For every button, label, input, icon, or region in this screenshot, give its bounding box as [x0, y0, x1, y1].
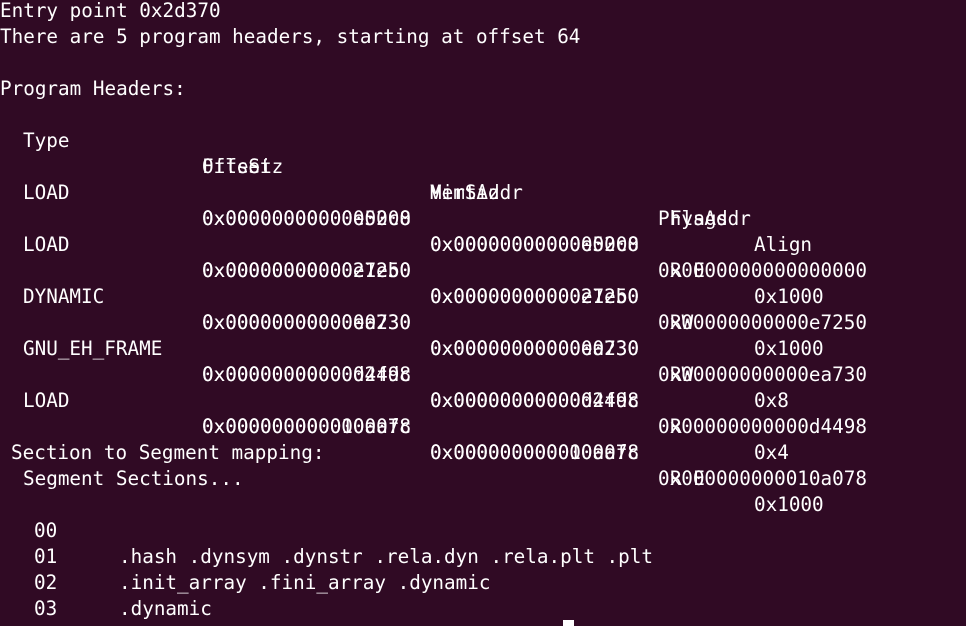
program-headers-column-header-row-2: FileSiz MemSiz Flags Align — [0, 128, 966, 256]
program-header-row: GNU_EH_FRAME 0x00000000000d4498 0x000000… — [0, 310, 966, 438]
section-mapping-title: Section to Segment mapping: — [11, 441, 325, 464]
program-header-row-sizes: 0x0000000000021eb0 0x0000000000021eb0 RW… — [0, 232, 966, 360]
terminal-window[interactable]: Entry point 0x2d370 There are 5 program … — [0, 0, 966, 626]
segment-mapping-row: 03 — [0, 570, 966, 620]
terminal-cursor[interactable] — [563, 620, 574, 626]
program-header-row: LOAD 0x00000000000e7250 0x00000000000e72… — [0, 206, 966, 334]
segment-mapping-row: 04 — [0, 596, 966, 626]
program-headers-title: Program Headers: — [0, 77, 186, 100]
section-mapping-header: Segment Sections... — [23, 467, 244, 490]
shell-prompt-line — [0, 620, 560, 626]
header-align: 0x4 — [754, 441, 789, 464]
program-header-row-sizes: 0x0000000000000230 0x0000000000000230 RW… — [0, 284, 966, 412]
program-header-row-sizes: 0x00000000000e52c8 0x00000000000e52c8 R … — [0, 180, 966, 308]
header-memsiz: 0x0000000000000afc — [430, 441, 639, 464]
segment-mapping-row: 01 .init_array .fini_array .dynamic — [0, 518, 966, 594]
header-flags: R — [670, 415, 682, 438]
program-header-row-sizes: 0x0000000000002fdc 0x0000000000002fdc R … — [0, 336, 966, 464]
program-header-row-sizes: 0x0000000000000afc 0x0000000000000afc R … — [0, 388, 966, 516]
program-headers-column-header-row-1: Type Offset VirtAddr PhysAddr — [0, 102, 966, 230]
header-flags: R E — [670, 467, 705, 490]
segment-mapping-row: 00 .hash .dynsym .dynstr .rela.dyn .rela… — [0, 492, 966, 568]
program-header-row: DYNAMIC 0x00000000000ea730 0x00000000000… — [0, 258, 966, 386]
program-header-count-line: There are 5 program headers, starting at… — [0, 25, 581, 48]
entry-point-line: Entry point 0x2d370 — [0, 0, 221, 22]
program-header-row: LOAD 0x0000000000000000 0x00000000000000… — [0, 154, 966, 282]
segment-mapping-row: 02 .dynamic — [0, 544, 966, 620]
header-physaddr: 0x00000000000d4498 — [658, 415, 867, 438]
header-filesiz: 0x0000000000000afc — [202, 415, 411, 438]
program-header-row: LOAD 0x000000000010a078 0x000000000010a0… — [0, 362, 966, 490]
